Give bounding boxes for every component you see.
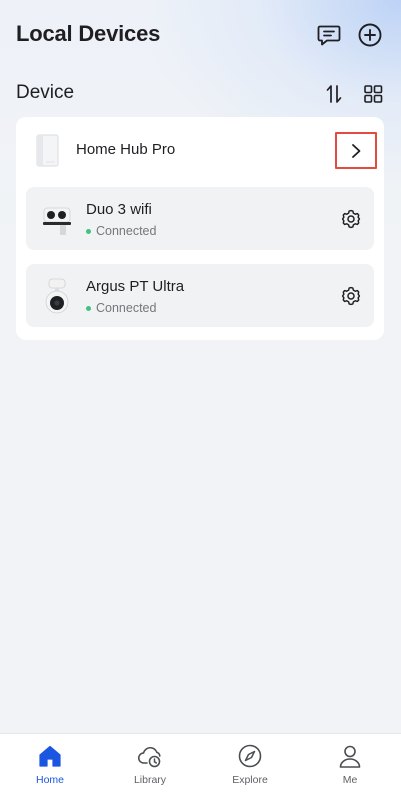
- hub-row[interactable]: Home Hub Pro: [16, 117, 384, 183]
- argus-camera-image: [45, 278, 69, 314]
- plus-circle-icon: [358, 23, 382, 47]
- camera-name: Duo 3 wifi: [86, 201, 152, 218]
- camera-row[interactable]: Argus PT Ultra Connected: [26, 264, 374, 327]
- status-dot-icon: [86, 228, 91, 234]
- sort-arrows-icon: [326, 85, 342, 103]
- status-text: Connected: [96, 301, 157, 315]
- tab-label: Explore: [232, 774, 268, 786]
- layout-toggle-button[interactable]: [359, 80, 387, 108]
- add-device-button[interactable]: [356, 21, 384, 49]
- messages-button[interactable]: [315, 21, 343, 49]
- message-icon: [317, 25, 341, 46]
- connection-status: Connected: [86, 224, 156, 238]
- tab-label: Library: [133, 774, 167, 786]
- page-title: Local Devices: [16, 21, 161, 46]
- compass-icon: [238, 744, 262, 768]
- tab-label: Me: [342, 774, 358, 786]
- gear-icon[interactable]: [340, 208, 362, 230]
- person-icon: [339, 745, 361, 768]
- tab-label: Home: [35, 774, 64, 786]
- tab-library[interactable]: Library: [100, 734, 200, 806]
- hub-detail-button[interactable]: [335, 132, 377, 169]
- cloud-clock-icon: [137, 746, 161, 768]
- section-title: Device: [16, 82, 75, 103]
- gear-icon[interactable]: [340, 285, 362, 307]
- duo-camera-image: [43, 207, 71, 235]
- status-dot-icon: [86, 305, 91, 311]
- tab-home[interactable]: Home: [0, 734, 100, 806]
- home-icon: [39, 745, 61, 767]
- chevron-right-icon: [352, 143, 361, 158]
- hub-device-image: [36, 134, 59, 167]
- camera-name: Argus PT Ultra: [86, 278, 185, 295]
- tab-me[interactable]: Me: [300, 734, 400, 806]
- connection-status: Connected: [86, 301, 156, 315]
- sort-button[interactable]: [320, 80, 348, 108]
- status-text: Connected: [96, 224, 157, 238]
- grid-layout-icon: [364, 85, 383, 103]
- camera-row[interactable]: Duo 3 wifi Connected: [26, 187, 374, 250]
- bottom-tab-bar: Home Library Explore Me: [0, 733, 401, 806]
- hub-name: Home Hub Pro: [76, 141, 176, 158]
- device-card: Home Hub Pro Duo 3 wifi Connected Argus …: [16, 117, 384, 340]
- tab-explore[interactable]: Explore: [200, 734, 300, 806]
